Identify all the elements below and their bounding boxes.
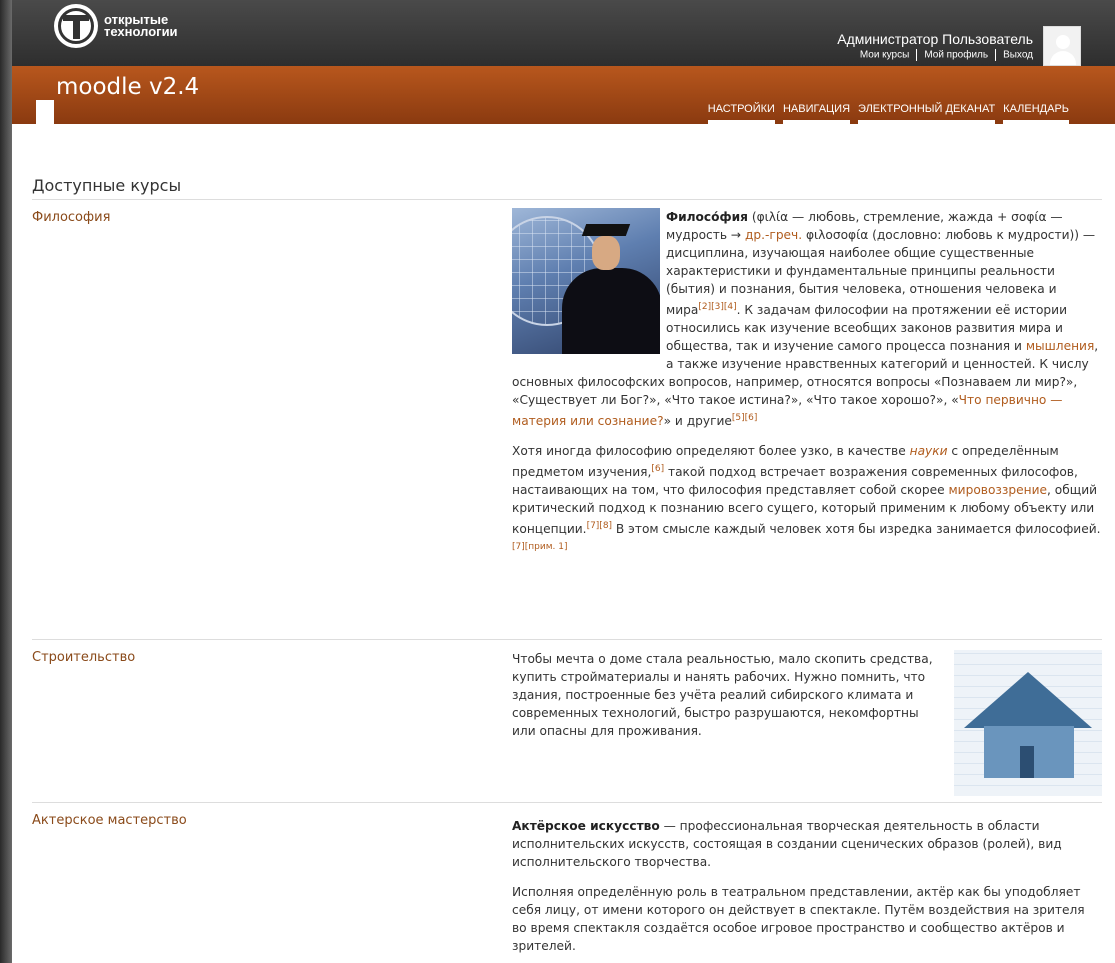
page-frame: открытые технологии Администратор Пользо… <box>12 0 1115 963</box>
course-summary: Чтобы мечта о доме стала реальностью, ма… <box>512 640 1102 802</box>
nav-navigation[interactable]: НАВИГАЦИЯ <box>779 103 854 124</box>
course-link-acting[interactable]: Актерское мастерство <box>32 803 512 963</box>
user-links: Мои курсы Мой профиль Выход <box>837 49 1033 61</box>
course-list: Доступные курсы Философия Филосо́фия (φι… <box>32 176 1102 963</box>
avatar[interactable] <box>1043 26 1081 66</box>
nav-dean-office[interactable]: ЭЛЕКТРОННЫЙ ДЕКАНАТ <box>854 103 999 124</box>
footnote-refs[interactable]: [6] <box>651 464 664 474</box>
summary-paragraph: Актёрское искусство — профессиональная т… <box>512 817 1102 871</box>
top-header: открытые технологии Администратор Пользо… <box>12 0 1115 66</box>
nav-settings[interactable]: НАСТРОЙКИ <box>704 103 779 124</box>
link-thinking[interactable]: мышления <box>1026 339 1094 353</box>
main-nav: НАСТРОЙКИ НАВИГАЦИЯ ЭЛЕКТРОННЫЙ ДЕКАНАТ … <box>704 103 1073 124</box>
nav-calendar[interactable]: КАЛЕНДАРЬ <box>999 103 1073 124</box>
window-edge <box>0 0 12 963</box>
course-item: Актерское мастерство Актёрское искусство… <box>32 803 1102 963</box>
course-summary: Филосо́фия (φιλία — любовь, стремление, … <box>512 200 1102 639</box>
summary-paragraph: Исполняя определённую роль в театральном… <box>512 885 1085 953</box>
footnote-refs[interactable]: [7][8] <box>587 521 613 531</box>
text: Хотя иногда философию определяют более у… <box>512 444 910 459</box>
course-link-construction[interactable]: Строительство <box>32 640 512 802</box>
footnote-refs[interactable]: [7][прим. 1] <box>512 542 567 552</box>
text: В этом смысле каждый человек хотя бы изр… <box>612 522 1101 537</box>
course-item: Строительство Чтобы мечта о доме стала р… <box>32 640 1102 803</box>
link-my-courses[interactable]: Мои курсы <box>860 50 910 61</box>
term-bold: Филосо́фия <box>666 210 748 224</box>
decor-tab <box>36 100 54 124</box>
text: » и другие <box>663 414 732 429</box>
course-item: Философия Филосо́фия (φιλία — любовь, ст… <box>32 200 1102 640</box>
course-summary: Актёрское искусство — профессиональная т… <box>512 803 1102 963</box>
logo-icon <box>54 4 98 48</box>
footnote-refs[interactable]: [5][6] <box>732 413 758 423</box>
footnote-refs[interactable]: [2][3][4] <box>698 302 736 312</box>
logo-line2: технологии <box>104 24 178 39</box>
page-title: Доступные курсы <box>32 176 1102 200</box>
link-worldview[interactable]: мировоззрение <box>948 483 1047 497</box>
site-logo[interactable]: открытые технологии <box>54 4 178 48</box>
logo-text: открытые технологии <box>104 13 178 39</box>
course-link-philosophy[interactable]: Философия <box>32 200 512 639</box>
site-title[interactable]: moodle v2.4 <box>56 74 199 100</box>
link-science[interactable]: науки <box>910 444 948 458</box>
user-menu: Администратор Пользователь Мои курсы Мой … <box>837 31 1033 61</box>
graduate-photo-icon <box>512 208 660 354</box>
nav-band: moodle v2.4 НАСТРОЙКИ НАВИГАЦИЯ ЭЛЕКТРОН… <box>12 66 1115 124</box>
separator <box>916 49 918 61</box>
link-my-profile[interactable]: Мой профиль <box>924 50 988 61</box>
link-greek[interactable]: др.-греч. <box>745 228 802 242</box>
separator <box>995 49 997 61</box>
house-blueprint-photo-icon <box>954 650 1102 796</box>
term-bold: Актёрское искусство <box>512 819 660 833</box>
link-logout[interactable]: Выход <box>1003 50 1033 61</box>
user-name[interactable]: Администратор Пользователь <box>837 31 1033 47</box>
summary-paragraph: Хотя иногда философию определяют более у… <box>512 442 1102 559</box>
